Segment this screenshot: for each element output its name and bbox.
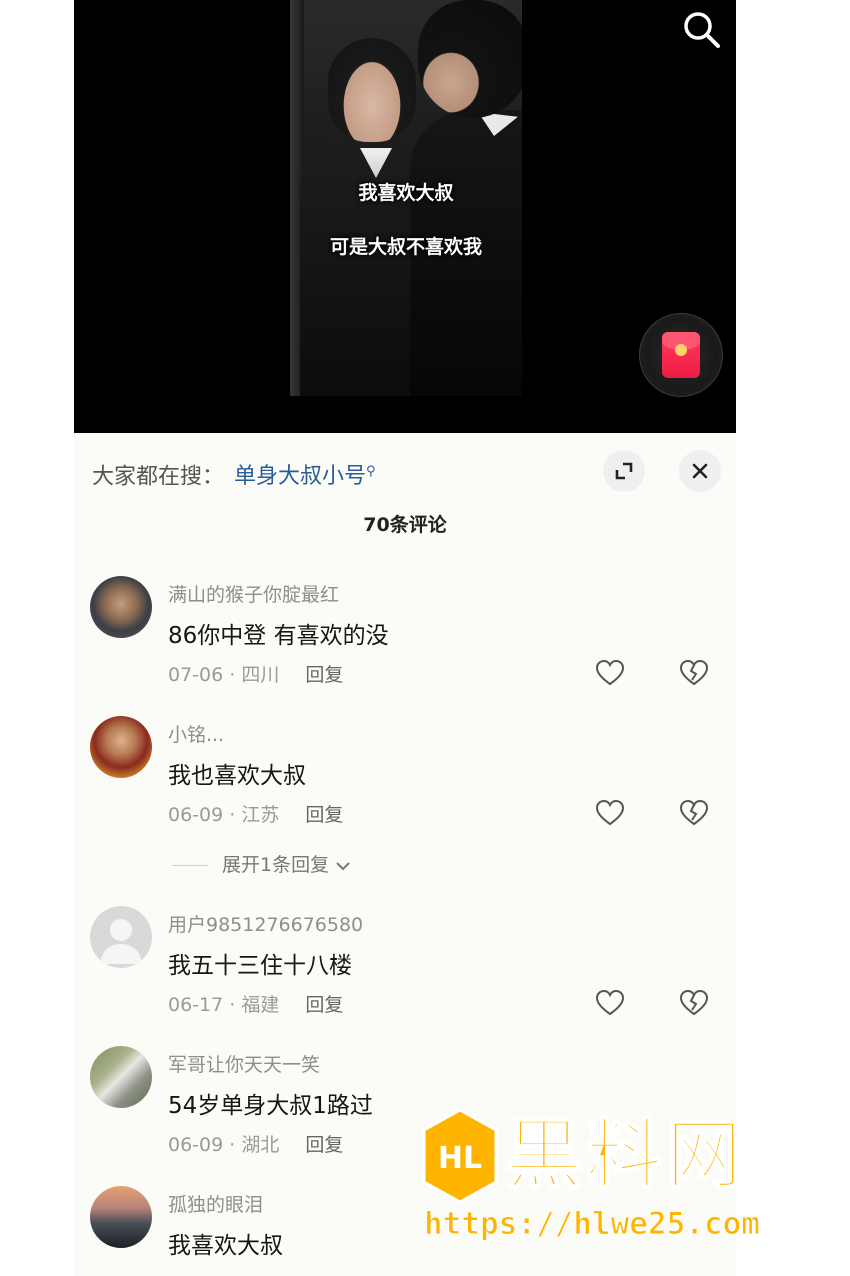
comment-text: 54岁单身大叔1路过	[168, 1093, 373, 1119]
expand-button[interactable]	[603, 450, 645, 492]
comment-text: 我喜欢大叔	[168, 1233, 283, 1259]
video-caption-2: 可是大叔不喜欢我	[329, 236, 482, 258]
comment-username[interactable]: 军哥让你天天一笑	[168, 1050, 320, 1077]
reply-button[interactable]: 回复	[305, 664, 343, 686]
video-caption-1: 我喜欢大叔	[358, 182, 454, 204]
comment-date: 06-09	[168, 1134, 224, 1156]
red-packet-button[interactable]	[639, 313, 723, 397]
broken-heart-icon[interactable]	[680, 660, 708, 686]
comment-username[interactable]: 孤独的眼泪	[168, 1190, 263, 1217]
person-reflection-head	[328, 38, 416, 142]
comment-date: 06-17	[168, 994, 224, 1016]
close-icon	[692, 463, 708, 479]
comment-username[interactable]: 用户9851276676580	[168, 910, 363, 937]
comment-region: 四川	[241, 664, 280, 686]
person-back-head	[418, 0, 522, 118]
comment-username[interactable]: 满山的猴子你腚最红	[168, 580, 339, 607]
comment-text: 86你中登 有喜欢的没	[168, 623, 389, 649]
avatar[interactable]	[90, 906, 152, 968]
chevron-down-icon	[336, 861, 350, 870]
broken-heart-icon[interactable]	[680, 990, 708, 1016]
comment-region: 湖北	[241, 1134, 280, 1156]
watermark-logo: HL	[422, 1108, 498, 1204]
video-player[interactable]: 我喜欢大叔 可是大叔不喜欢我	[74, 0, 736, 433]
heart-icon[interactable]	[596, 800, 624, 826]
close-button[interactable]	[679, 450, 721, 492]
avatar[interactable]	[90, 576, 152, 638]
avatar[interactable]	[90, 716, 152, 778]
comment-meta: 06-17 · 福建 回复	[168, 994, 344, 1016]
expand-replies[interactable]: 展开1条回复	[172, 850, 351, 877]
watermark: HL 黑料网 https://hlwe25.com	[420, 1108, 820, 1248]
comment-region: 福建	[241, 994, 280, 1016]
small-search-icon: ⚲	[366, 464, 376, 479]
watermark-title: 黑料网	[505, 1109, 746, 1200]
watermark-url: https://hlwe25.com	[424, 1206, 761, 1243]
phone-screen: 我喜欢大叔 可是大叔不喜欢我 大家都在搜： 单身大叔小号⚲ 70条评论 满山的猴…	[74, 0, 736, 1276]
red-packet-icon	[662, 332, 700, 378]
reply-button[interactable]: 回复	[305, 1134, 343, 1156]
reply-button[interactable]: 回复	[305, 994, 343, 1016]
comment-meta: 07-06 · 四川 回复	[168, 664, 344, 686]
default-avatar-icon	[100, 919, 142, 964]
comment-date: 07-06	[168, 664, 224, 686]
comment-meta: 06-09 · 江苏 回复	[168, 804, 344, 826]
watermark-logo-text: HL	[438, 1141, 482, 1176]
expand-replies-label: 展开1条回复	[222, 854, 330, 876]
comment-count: 70条评论	[363, 514, 447, 536]
heart-icon[interactable]	[596, 990, 624, 1016]
video-frame: 我喜欢大叔 可是大叔不喜欢我	[290, 0, 522, 396]
avatar[interactable]	[90, 1046, 152, 1108]
heart-icon[interactable]	[596, 660, 624, 686]
suggestion-term[interactable]: 单身大叔小号	[234, 464, 366, 489]
expand-icon	[615, 462, 633, 480]
comment-date: 06-09	[168, 804, 224, 826]
search-icon[interactable]	[680, 8, 724, 52]
comment-region: 江苏	[241, 804, 280, 826]
suggestion-label: 大家都在搜：	[92, 464, 225, 490]
search-suggestion[interactable]: 大家都在搜： 单身大叔小号⚲	[92, 452, 376, 492]
comment-text: 我五十三住十八楼	[168, 953, 352, 979]
divider	[172, 865, 208, 866]
comment-username[interactable]: 小铭...	[168, 720, 224, 747]
comment-text: 我也喜欢大叔	[168, 763, 306, 789]
avatar[interactable]	[90, 1186, 152, 1248]
comment-meta: 06-09 · 湖北 回复	[168, 1134, 344, 1156]
broken-heart-icon[interactable]	[680, 800, 708, 826]
reply-button[interactable]: 回复	[305, 804, 343, 826]
